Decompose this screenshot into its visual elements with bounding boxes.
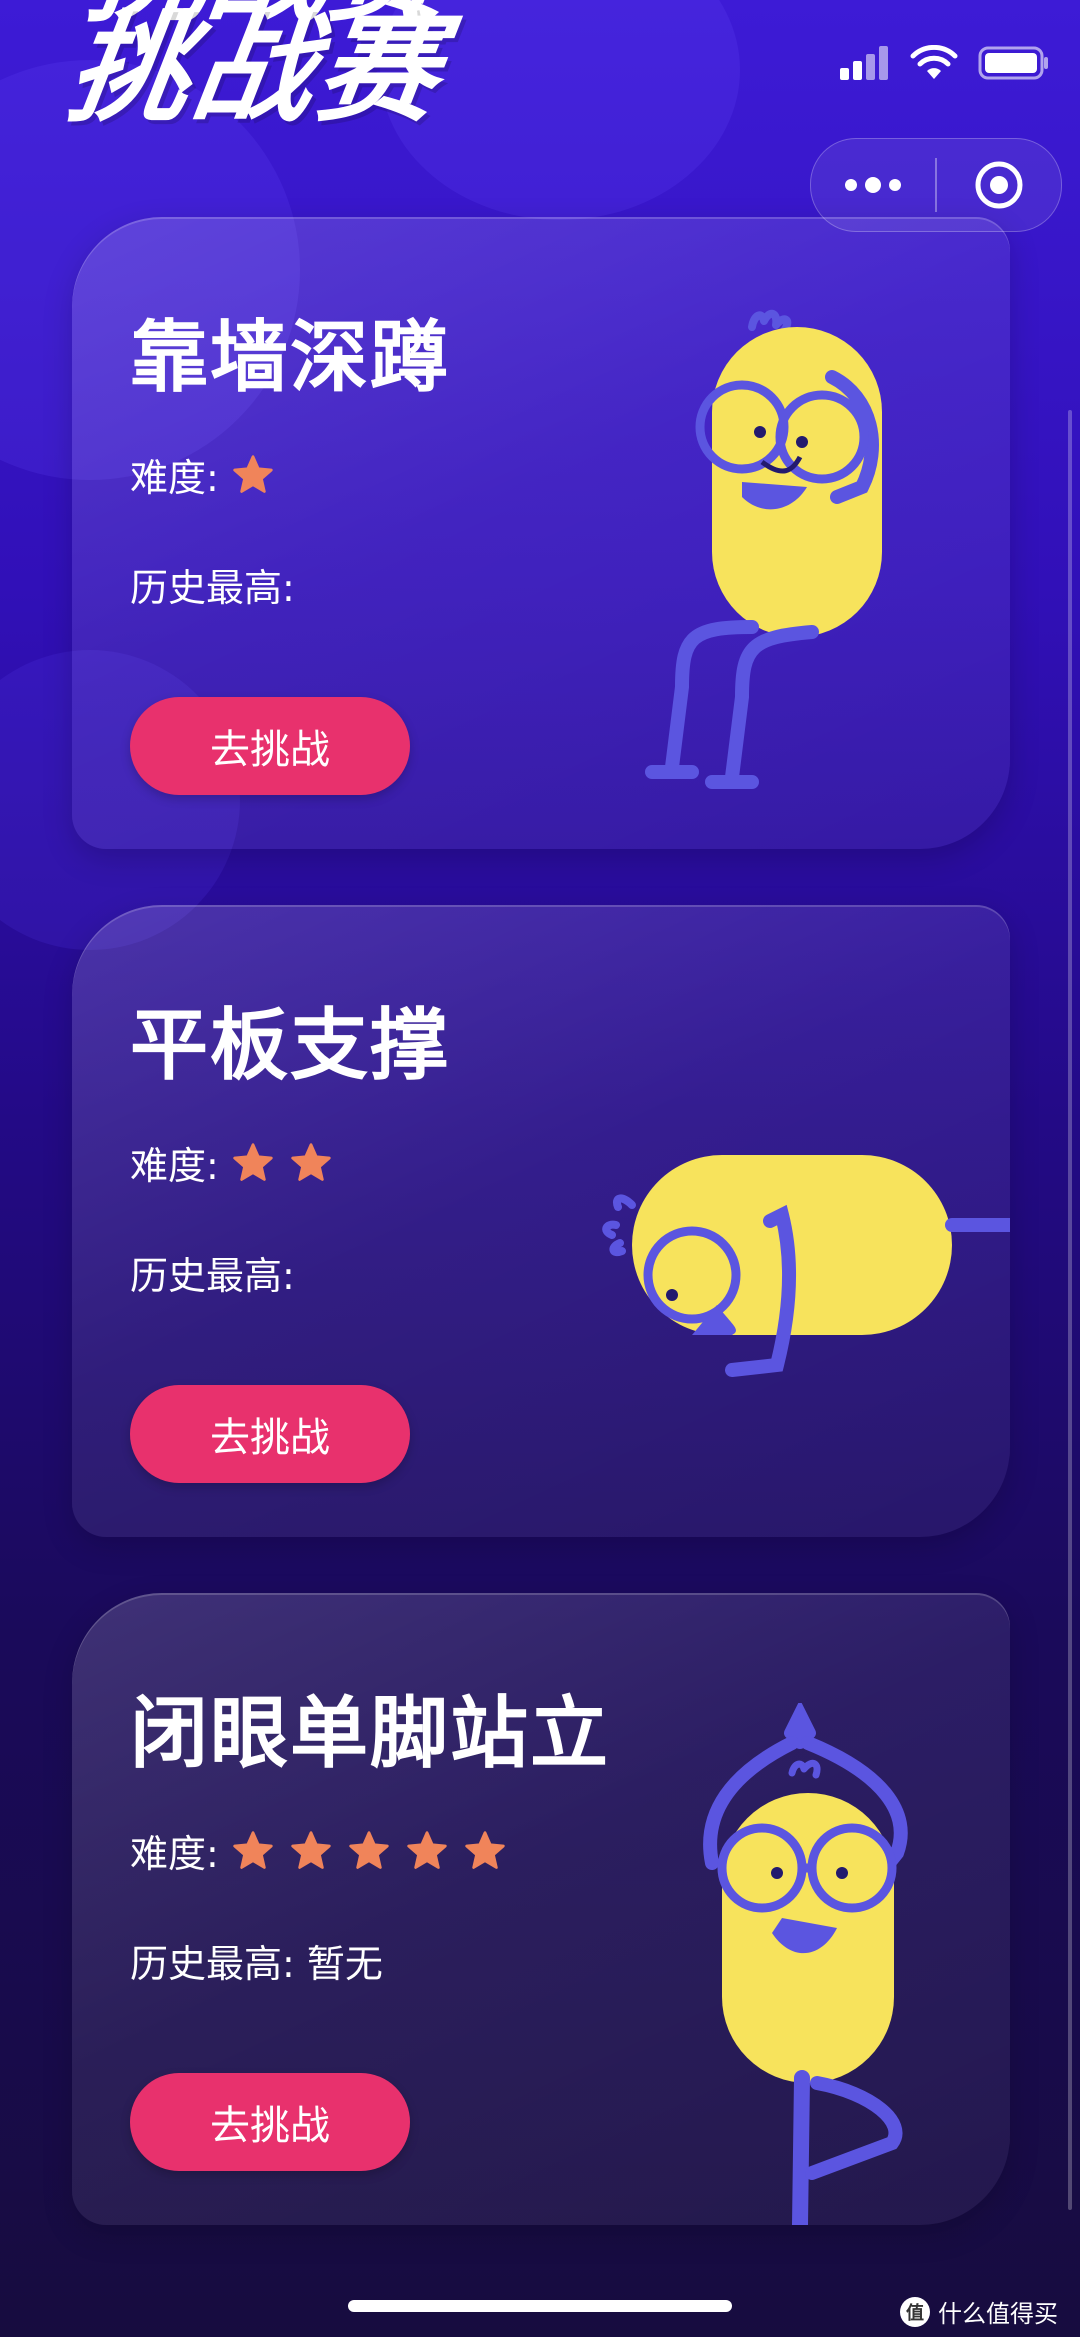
card-title: 靠墙深蹲: [130, 313, 451, 403]
target-circle-icon: [975, 161, 1023, 209]
difficulty-row: 难度:: [130, 1823, 507, 1878]
best-record-row: 历史最高:: [130, 557, 307, 612]
challenge-card-one-leg-stand: 闭眼单脚站立 难度: 历史最高: 暂无 去挑战: [72, 1593, 1010, 2225]
difficulty-label: 难度:: [130, 1832, 219, 1876]
difficulty-stars: [231, 1141, 333, 1185]
star-icon: [233, 1830, 273, 1869]
plank-figure: [602, 1155, 1010, 1377]
watermark: 值 什么值得买: [900, 2294, 1058, 2329]
best-record-row: 历史最高: 暂无: [130, 1933, 383, 1988]
star-icon: [349, 1830, 389, 1869]
best-record-label: 历史最高:: [130, 1254, 295, 1298]
page-title: 挑战赛: [60, 0, 452, 139]
challenge-button[interactable]: 去挑战: [130, 2073, 410, 2171]
difficulty-row: 难度:: [130, 1135, 333, 1190]
star-icon: [407, 1830, 447, 1869]
best-record-label: 历史最高:: [130, 1942, 295, 1986]
difficulty-label: 难度:: [130, 1144, 219, 1188]
challenge-button[interactable]: 去挑战: [130, 1385, 410, 1483]
best-record-row: 历史最高:: [130, 1245, 307, 1300]
watermark-text: 什么值得买: [938, 2300, 1058, 2328]
wall-squat-figure: [645, 309, 882, 789]
more-dots-icon: [845, 177, 901, 193]
home-indicator[interactable]: [348, 2300, 732, 2312]
signal-icon: [840, 46, 888, 80]
difficulty-stars: [231, 453, 275, 497]
card-title: 闭眼单脚站立: [130, 1689, 611, 1779]
challenge-card-wall-squat: 靠墙深蹲 难度: 历史最高: 去挑战: [72, 217, 1010, 849]
star-icon: [465, 1830, 505, 1869]
battery-icon: [978, 46, 1048, 80]
challenge-card-plank: 平板支撑 难度: 历史最高: 去挑战: [72, 905, 1010, 1537]
wifi-icon: [910, 45, 958, 79]
scrollbar[interactable]: [1068, 410, 1072, 2210]
best-record-value: 暂无: [306, 1942, 383, 1986]
card-title: 平板支撑: [130, 1001, 451, 1091]
star-icon: [291, 1830, 331, 1869]
star-icon: [291, 1142, 331, 1181]
status-bar: [840, 45, 1050, 81]
star-icon: [233, 1142, 273, 1181]
difficulty-row: 难度:: [130, 447, 275, 502]
difficulty-label: 难度:: [130, 456, 219, 500]
best-record-label: 历史最高:: [130, 566, 295, 610]
difficulty-stars: [231, 1829, 507, 1873]
one-leg-stand-figure: [703, 1703, 908, 2225]
challenge-button[interactable]: 去挑战: [130, 697, 410, 795]
star-icon: [233, 454, 273, 493]
watermark-badge: 值: [900, 2296, 930, 2327]
